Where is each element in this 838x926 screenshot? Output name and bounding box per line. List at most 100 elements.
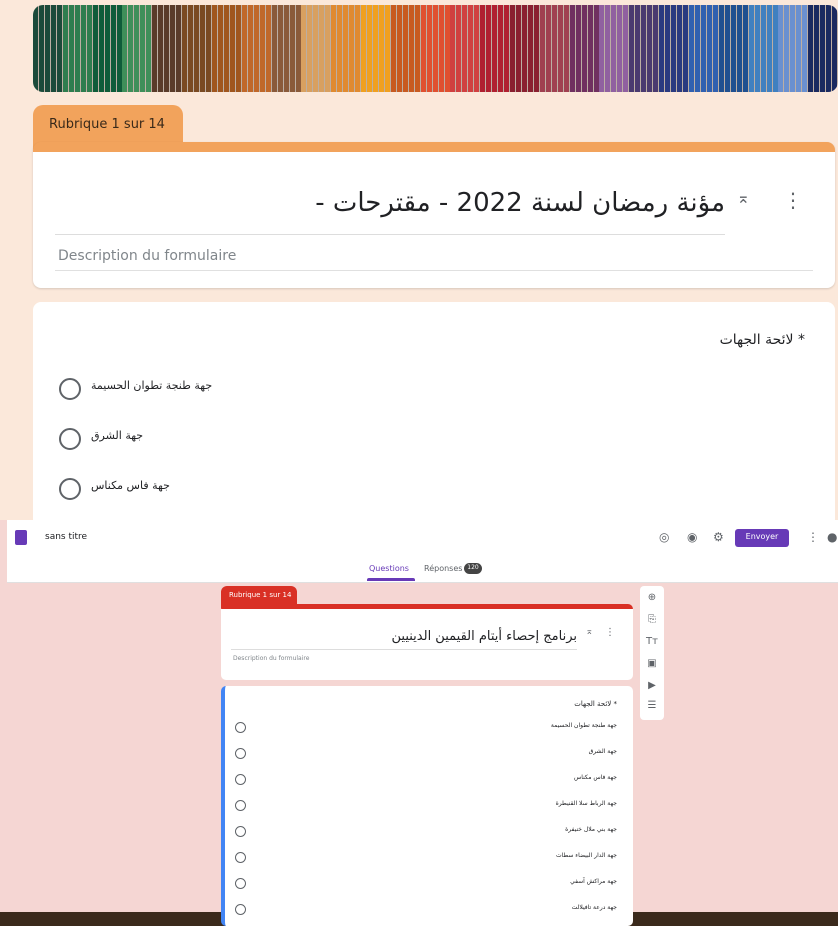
banner-stripe xyxy=(122,5,154,92)
banner-stripe xyxy=(331,5,362,92)
header-banner-image xyxy=(33,5,838,92)
radio-option[interactable]: جهة درعة تافيلالت xyxy=(225,902,633,918)
option-label: جهة طنجة تطوان الحسيمة xyxy=(550,722,617,729)
title-icon[interactable]: Tт xyxy=(640,636,664,647)
active-tab-indicator xyxy=(367,578,415,581)
video-icon[interactable]: ▶ xyxy=(640,680,664,691)
radio-option[interactable]: جهة بني ملال خنيفرة xyxy=(225,824,633,840)
banner-stripe xyxy=(450,5,482,92)
banner-stripe xyxy=(569,5,601,92)
eye-icon[interactable]: ◉ xyxy=(687,530,697,544)
option-label: جهة درعة تافيلالت xyxy=(571,904,617,911)
banner-stripe xyxy=(688,5,720,92)
radio-option[interactable]: جهة فاس مكناس xyxy=(225,772,633,788)
option-label: جهة فاس مكناس xyxy=(91,479,170,492)
radio-option[interactable]: جهة طنجة تطوان الحسيمة xyxy=(225,720,633,736)
bottom-form-screenshot: sans titre ◎ ◉ ⚙ Envoyer ⋮ ● Questions R… xyxy=(0,520,838,926)
tab-questions[interactable]: Questions xyxy=(369,564,409,573)
banner-stripe xyxy=(62,5,94,92)
question-title: * لائحة الجهات xyxy=(574,700,617,708)
radio-icon[interactable] xyxy=(235,852,246,863)
add-question-icon[interactable]: ⊕ xyxy=(640,592,664,603)
banner-stripe xyxy=(182,5,213,92)
send-button-label: Envoyer xyxy=(745,532,779,541)
radio-option[interactable]: جهة الشرق xyxy=(225,746,633,762)
title-card[interactable]: مؤنة رمضان لسنة 2022 - مقترحات - ⌅ ⋮ Des… xyxy=(33,142,835,288)
question-card[interactable]: * لائحة الجهات جهة طنجة تطوان الحسيمة جه… xyxy=(33,302,835,527)
document-name[interactable]: sans titre xyxy=(45,532,87,542)
section-tab-label: Rubrique 1 sur 14 xyxy=(49,117,165,132)
avatar[interactable]: ● xyxy=(827,530,837,544)
palette-icon[interactable]: ◎ xyxy=(659,530,669,544)
radio-icon[interactable] xyxy=(235,878,246,889)
banner-stripe xyxy=(808,5,838,92)
title-card[interactable]: برنامج إحصاء أيتام القيمين الدينيين ⌅ ⋮ … xyxy=(221,604,633,680)
option-label: جهة مراكش آسفي xyxy=(570,878,617,885)
banner-stripe xyxy=(360,5,392,92)
form-title[interactable]: برنامج إحصاء أيتام القيمين الدينيين xyxy=(392,629,578,644)
banner-stripe xyxy=(778,5,810,92)
title-underline xyxy=(55,234,725,235)
question-title: * لائحة الجهات xyxy=(719,332,805,348)
banner-stripe xyxy=(480,5,512,92)
radio-icon[interactable] xyxy=(235,774,246,785)
banner-stripe xyxy=(92,5,124,92)
banner-stripe xyxy=(301,5,333,92)
option-label: جهة الشرق xyxy=(588,748,617,755)
collapse-icon[interactable]: ⌅ xyxy=(585,627,593,637)
radio-icon[interactable] xyxy=(235,748,246,759)
banner-stripe xyxy=(390,5,422,92)
banner-stripe xyxy=(539,5,571,92)
banner-stripe xyxy=(152,5,184,92)
radio-icon[interactable] xyxy=(59,478,81,500)
forms-doc-icon[interactable] xyxy=(15,530,27,545)
collapse-icon[interactable]: ⌅ xyxy=(737,188,750,207)
banner-stripe xyxy=(718,5,750,92)
app-bar: sans titre ◎ ◉ ⚙ Envoyer ⋮ ● xyxy=(7,520,838,558)
banner-stripe xyxy=(271,5,303,92)
radio-option[interactable]: جهة الرباط سلا القنيطرة xyxy=(225,798,633,814)
responses-count-badge: 120 xyxy=(464,563,482,574)
import-icon[interactable]: ⎘ xyxy=(640,614,664,625)
description-underline xyxy=(55,270,813,271)
send-button[interactable]: Envoyer xyxy=(735,529,789,547)
tabs-bar: Questions Réponses 120 xyxy=(7,558,838,583)
top-form-screenshot: Rubrique 1 sur 14 مؤنة رمضان لسنة 2022 -… xyxy=(0,0,838,527)
banner-stripe xyxy=(599,5,631,92)
description-field[interactable]: Description du formulaire xyxy=(58,248,236,264)
banner-stripe xyxy=(659,5,690,92)
radio-icon[interactable] xyxy=(235,722,246,733)
banner-stripe xyxy=(420,5,452,92)
radio-icon[interactable] xyxy=(59,428,81,450)
description-field[interactable]: Description du formulaire xyxy=(233,655,309,662)
banner-stripe xyxy=(629,5,661,92)
more-vert-icon[interactable]: ⋮ xyxy=(605,627,615,638)
banner-stripe xyxy=(241,5,273,92)
form-title[interactable]: مؤنة رمضان لسنة 2022 - مقترحات - xyxy=(315,188,725,218)
radio-icon[interactable] xyxy=(235,904,246,915)
question-card[interactable]: * لائحة الجهات جهة طنجة تطوان الحسيمة جهة… xyxy=(221,686,633,926)
section-icon[interactable]: ☰ xyxy=(640,700,664,711)
option-label: جهة فاس مكناس xyxy=(573,774,617,781)
radio-icon[interactable] xyxy=(59,378,81,400)
radio-icon[interactable] xyxy=(235,826,246,837)
banner-stripe xyxy=(510,5,541,92)
more-vert-icon[interactable]: ⋮ xyxy=(807,530,819,544)
option-label: جهة بني ملال خنيفرة xyxy=(565,826,617,833)
settings-icon[interactable]: ⚙ xyxy=(713,530,724,544)
radio-option[interactable]: جهة مراكش آسفي xyxy=(225,876,633,892)
image-icon[interactable]: ▣ xyxy=(640,658,664,669)
banner-stripe xyxy=(33,5,64,92)
option-label: جهة الشرق xyxy=(91,429,144,442)
option-label: جهة الدار البيضاء سطات xyxy=(555,852,617,859)
section-tab-label: Rubrique 1 sur 14 xyxy=(229,591,292,599)
banner-stripe xyxy=(211,5,243,92)
responses-count: 120 xyxy=(467,564,479,571)
tab-responses[interactable]: Réponses xyxy=(424,564,462,573)
more-vert-icon[interactable]: ⋮ xyxy=(783,188,803,212)
radio-icon[interactable] xyxy=(235,800,246,811)
radio-option[interactable]: جهة الدار البيضاء سطات xyxy=(225,850,633,866)
option-label: جهة طنجة تطوان الحسيمة xyxy=(91,379,213,392)
title-underline xyxy=(231,649,577,650)
option-label: جهة الرباط سلا القنيطرة xyxy=(555,800,617,807)
